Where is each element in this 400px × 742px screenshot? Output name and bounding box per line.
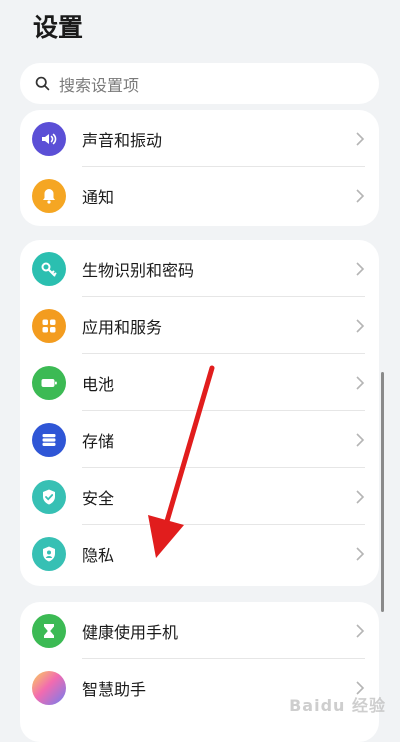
search-bar[interactable]: 搜索设置项 [20,63,379,104]
chevron-right-icon [356,375,365,390]
settings-card-3: 健康使用手机 智慧助手 [20,602,379,742]
settings-item-sound[interactable]: 声音和振动 [20,110,379,167]
settings-item-apps[interactable]: 应用和服务 [20,297,379,354]
settings-item-label: 智慧助手 [82,679,147,699]
settings-item-label: 安全 [82,488,115,508]
settings-item-biometrics[interactable]: 生物识别和密码 [20,240,379,297]
speaker-icon [32,121,66,156]
settings-item-label: 声音和振动 [82,130,163,150]
assistant-orb-icon [32,670,66,705]
settings-item-label: 生物识别和密码 [82,260,195,280]
settings-item-security[interactable]: 安全 [20,468,379,525]
watermark: Baidu 经验 [289,696,386,715]
search-icon [35,76,50,91]
chevron-right-icon [356,261,365,276]
shield-check-icon [32,479,66,514]
page-title: 设置 [33,13,84,42]
settings-item-label: 存储 [82,431,115,451]
search-placeholder: 搜索设置项 [59,75,140,95]
chevron-right-icon [356,318,365,333]
chevron-right-icon [356,489,365,504]
settings-item-digital-balance[interactable]: 健康使用手机 [20,602,379,659]
privacy-user-icon [32,536,66,571]
bell-icon [32,178,66,213]
chevron-right-icon [356,131,365,146]
battery-icon [32,365,66,400]
settings-item-storage[interactable]: 存储 [20,411,379,468]
settings-item-privacy[interactable]: 隐私 [20,525,379,582]
chevron-right-icon [356,432,365,447]
hourglass-icon [32,613,66,648]
settings-item-label: 通知 [82,187,115,207]
chevron-right-icon [356,188,365,203]
chevron-right-icon [356,623,365,638]
settings-card-1: 声音和振动 通知 [20,110,379,226]
key-icon [32,251,66,286]
scrollbar[interactable] [381,372,384,612]
settings-card-2: 生物识别和密码 应用和服务 电池 存储 安全 隐私 [20,240,379,586]
settings-item-label: 隐私 [82,545,115,565]
settings-item-label: 应用和服务 [82,317,163,337]
settings-item-label: 电池 [82,374,115,394]
chevron-right-icon [356,546,365,561]
apps-grid-icon [32,308,66,343]
storage-icon [32,422,66,457]
settings-item-notifications[interactable]: 通知 [20,167,379,224]
settings-item-label: 健康使用手机 [82,622,179,642]
settings-item-battery[interactable]: 电池 [20,354,379,411]
